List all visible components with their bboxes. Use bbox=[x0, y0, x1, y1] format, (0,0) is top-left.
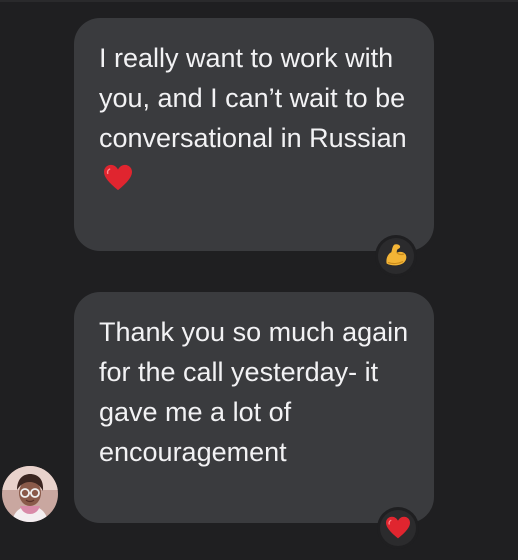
user-avatar-image bbox=[2, 466, 58, 522]
top-divider bbox=[0, 0, 518, 2]
reaction-badge[interactable] bbox=[380, 510, 416, 546]
flexed-biceps-icon bbox=[386, 244, 407, 266]
message-bubble[interactable]: I really want to work with you, and I ca… bbox=[74, 18, 434, 251]
avatar[interactable] bbox=[2, 466, 58, 522]
message-bubble[interactable]: Thank you so much again for the call yes… bbox=[74, 292, 434, 523]
reaction-badge[interactable] bbox=[378, 238, 414, 274]
heart-icon bbox=[104, 164, 132, 191]
heart-icon bbox=[386, 516, 410, 539]
message-text: Thank you so much again for the call yes… bbox=[99, 317, 409, 467]
message-text: I really want to work with you, and I ca… bbox=[99, 38, 412, 198]
